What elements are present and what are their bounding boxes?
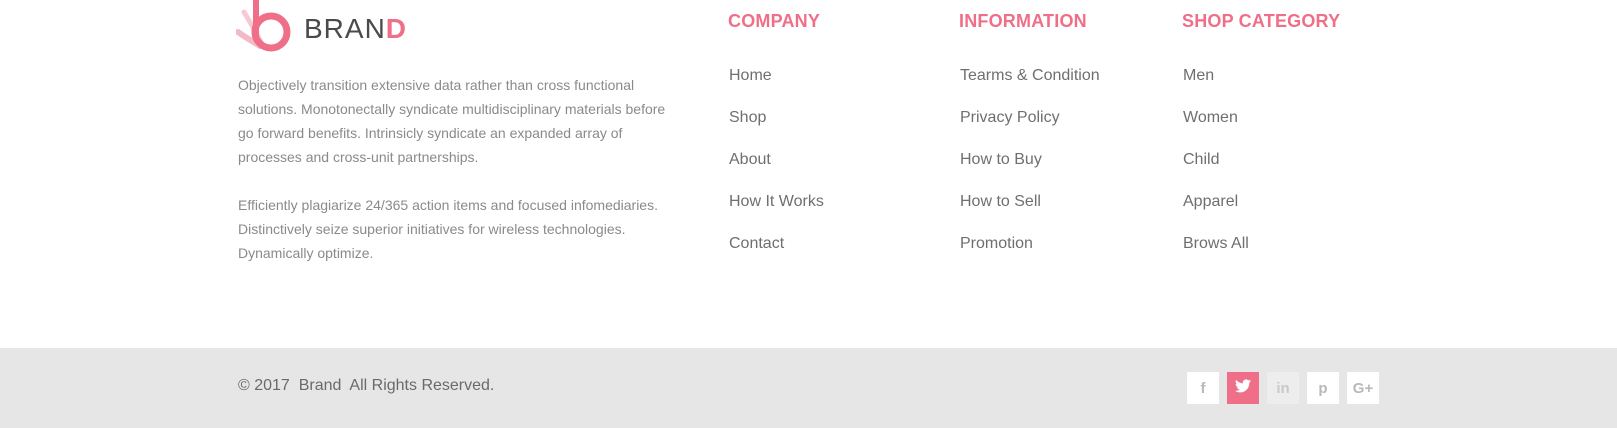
footer-link-how-to-buy[interactable]: How to Buy (960, 150, 1100, 192)
twitter-icon (1235, 379, 1251, 397)
footer-link-men[interactable]: Men (1183, 66, 1249, 108)
information-column: INFORMATION Tearms & Condition Privacy P… (959, 8, 1100, 252)
footer-link-women[interactable]: Women (1183, 108, 1249, 150)
footer-link-brows-all[interactable]: Brows All (1183, 234, 1249, 276)
footer-link-child[interactable]: Child (1183, 150, 1249, 192)
footer-link-promotion[interactable]: Promotion (960, 234, 1100, 276)
footer-link-terms[interactable]: Tearms & Condition (960, 66, 1100, 108)
facebook-button[interactable]: f (1187, 372, 1219, 404)
about-paragraph: Efficiently plagiarize 24/365 action ite… (238, 197, 658, 261)
linkedin-icon: in (1276, 379, 1290, 397)
information-links: Tearms & Condition Privacy Policy How to… (960, 66, 1100, 276)
social-links: f in p G+ (1187, 372, 1379, 404)
footer-link-how-it-works[interactable]: How It Works (729, 192, 824, 234)
linkedin-button[interactable]: in (1267, 372, 1299, 404)
brand-logo[interactable]: BRAND (236, 0, 407, 56)
footer-link-shop[interactable]: Shop (729, 108, 824, 150)
brand-mark-icon (236, 0, 291, 52)
information-heading: INFORMATION (959, 11, 1087, 31)
company-heading: COMPANY (728, 11, 821, 31)
shop-category-heading: SHOP CATEGORY (1182, 11, 1341, 31)
footer-top: BRAND Objectively transition extensive d… (0, 0, 1617, 348)
twitter-button[interactable] (1227, 372, 1259, 404)
about-text: Objectively transition extensive data ra… (238, 73, 668, 289)
google-plus-button[interactable]: G+ (1347, 372, 1379, 404)
shop-category-links: Men Women Child Apparel Brows All (1183, 66, 1249, 276)
pinterest-icon: p (1318, 379, 1328, 397)
brand-name: BRAND (304, 13, 408, 44)
copyright-text: © 2017 Brand All Rights Reserved. (238, 377, 495, 394)
footer-link-how-to-sell[interactable]: How to Sell (960, 192, 1100, 234)
footer-link-about[interactable]: About (729, 150, 824, 192)
pinterest-button[interactable]: p (1307, 372, 1339, 404)
footer-link-apparel[interactable]: Apparel (1183, 192, 1249, 234)
footer-link-privacy[interactable]: Privacy Policy (960, 108, 1100, 150)
footer-link-home[interactable]: Home (729, 66, 824, 108)
footer-bottom-bar: © 2017 Brand All Rights Reserved. f in p… (0, 348, 1617, 428)
footer-link-contact[interactable]: Contact (729, 234, 824, 276)
shop-category-column: SHOP CATEGORY Men Women Child Apparel Br… (1182, 8, 1341, 252)
company-column: COMPANY Home Shop About How It Works Con… (728, 8, 824, 252)
google-plus-icon: G+ (1352, 379, 1374, 397)
facebook-icon: f (1200, 379, 1206, 397)
company-links: Home Shop About How It Works Contact (729, 66, 824, 276)
about-paragraph: Objectively transition extensive data ra… (238, 77, 666, 165)
